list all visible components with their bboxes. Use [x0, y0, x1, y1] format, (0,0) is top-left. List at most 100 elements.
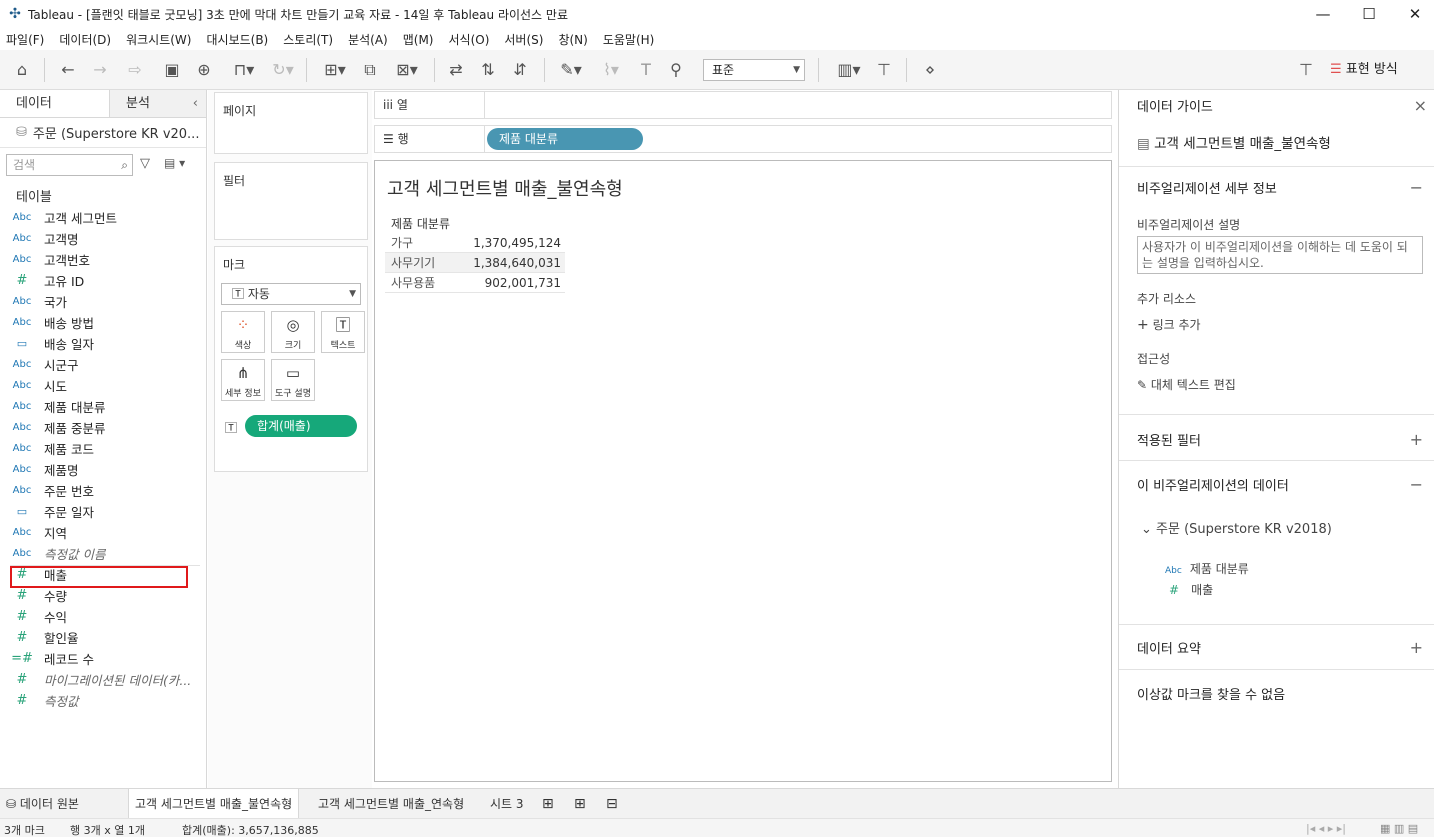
edit-alt-text-button[interactable]: ✎ 대체 텍스트 편집: [1137, 376, 1434, 393]
field-order-number[interactable]: Abc 주문 번호: [0, 480, 207, 501]
pause-updates-icon[interactable]: ⊓▾: [224, 58, 264, 82]
format-painter-icon[interactable]: ⊤: [1294, 58, 1318, 82]
expand-icon[interactable]: +: [1410, 430, 1423, 449]
table-row[interactable]: 사무용품 902,001,731: [385, 273, 565, 293]
field-product-code[interactable]: Abc 제품 코드: [0, 438, 207, 459]
field-record-count[interactable]: =# 레코드 수: [0, 648, 207, 669]
tab-sheet-continuous[interactable]: 고객 세그먼트별 매출_연속형: [312, 789, 470, 819]
menu-data[interactable]: 데이터(D): [59, 31, 111, 48]
table-row[interactable]: 가구 1,370,495,124: [385, 233, 565, 253]
menu-file[interactable]: 파일(F): [6, 31, 44, 48]
tab-data[interactable]: 데이터: [0, 90, 110, 117]
collapse-icon[interactable]: −: [1410, 178, 1423, 197]
menu-dashboard[interactable]: 대시보드(B): [206, 31, 268, 48]
fix-axes-icon[interactable]: ⚲: [664, 58, 688, 82]
expand-icon[interactable]: +: [1410, 638, 1423, 657]
duplicate-sheet-icon[interactable]: ⧉: [358, 58, 382, 82]
new-worksheet-icon[interactable]: ⊞: [536, 789, 560, 819]
detail-button[interactable]: ⋔ 세부 정보: [221, 359, 265, 401]
tab-datasource[interactable]: ⛁ 데이터 원본: [0, 789, 85, 819]
tab-analysis[interactable]: 분석 ‹: [110, 90, 206, 117]
show-labels-icon[interactable]: T: [634, 58, 658, 82]
save-icon[interactable]: ▣: [160, 58, 184, 82]
presentation-icon[interactable]: ⊤: [872, 58, 896, 82]
highlight-icon[interactable]: ✎▾: [554, 58, 588, 82]
navigation-icons[interactable]: |◂ ◂ ▸ ▸|: [1306, 822, 1346, 835]
field-unique-id[interactable]: # 고유 ID: [0, 270, 207, 291]
size-button[interactable]: ◎ 크기: [271, 311, 315, 353]
field-category[interactable]: Abc 제품 대분류: [0, 396, 207, 417]
redo-icon[interactable]: →: [88, 58, 112, 82]
field-order-date[interactable]: ▭ 주문 일자: [0, 501, 207, 522]
category-pill[interactable]: 제품 대분류: [487, 128, 643, 150]
field-measure-values[interactable]: # 측정값: [0, 690, 207, 711]
search-input[interactable]: 검색 ⌕: [6, 154, 133, 176]
group-icon[interactable]: ⌇▾: [594, 58, 628, 82]
datasource-tree[interactable]: ⌄ 주문 (Superstore KR v2018): [1141, 518, 1434, 537]
new-dashboard-icon[interactable]: ⊞: [568, 789, 592, 819]
maximize-button[interactable]: ☐: [1346, 0, 1392, 28]
grid-view-icon[interactable]: ▦ ▥ ▤: [1380, 822, 1418, 835]
pages-card[interactable]: 페이지: [214, 92, 368, 154]
field-city[interactable]: Abc 시군구: [0, 354, 207, 375]
clear-sheet-icon[interactable]: ⊠▾: [388, 58, 426, 82]
collapse-icon[interactable]: ‹: [193, 90, 198, 118]
menu-server[interactable]: 서버(S): [504, 31, 543, 48]
minimize-button[interactable]: —: [1300, 0, 1346, 28]
field-state[interactable]: Abc 시도: [0, 375, 207, 396]
color-button[interactable]: ⁘ 색상: [221, 311, 265, 353]
field-product-name[interactable]: Abc 제품명: [0, 459, 207, 480]
field-ship-mode[interactable]: Abc 배송 방법: [0, 312, 207, 333]
new-sheet-icon[interactable]: ⊞▾: [316, 58, 354, 82]
field-country[interactable]: Abc 국가: [0, 291, 207, 312]
data-summary-header[interactable]: 데이터 요약 +: [1119, 638, 1434, 657]
viz-data-header[interactable]: 이 비주얼리제이션의 데이터 −: [1119, 475, 1434, 494]
swap-icon[interactable]: ⇄: [444, 58, 468, 82]
new-story-icon[interactable]: ⊟: [600, 789, 624, 819]
mark-type-select[interactable]: 🅃 자동 ▼: [221, 283, 361, 305]
field-region[interactable]: Abc 지역: [0, 522, 207, 543]
field-ship-date[interactable]: ▭ 배송 일자: [0, 333, 207, 354]
view-options-icon[interactable]: ▤ ▾: [164, 156, 185, 170]
tab-sheet-3[interactable]: 시트 3: [484, 789, 530, 819]
collapse-icon[interactable]: −: [1410, 475, 1423, 494]
menu-story[interactable]: 스토리(T): [283, 31, 333, 48]
sort-ascending-icon[interactable]: ⇅: [476, 58, 500, 82]
share-icon[interactable]: ⋄: [918, 58, 942, 82]
datasource-item[interactable]: ⛁ 주문 (Superstore KR v20...: [0, 118, 206, 148]
redo-dropdown-icon[interactable]: ⇨: [118, 58, 152, 82]
field-sub-category[interactable]: Abc 제품 중분류: [0, 417, 207, 438]
viz-details-header[interactable]: 비주얼리제이션 세부 정보 −: [1119, 178, 1434, 197]
add-link-button[interactable]: + 링크 추가: [1137, 316, 1434, 333]
show-cards-icon[interactable]: ▥▾: [830, 58, 868, 82]
applied-filters-header[interactable]: 적용된 필터 +: [1119, 430, 1434, 449]
description-field[interactable]: 사용자가 이 비주얼리제이션을 이해하는 데 도움이 되는 설명을 입력하십시오…: [1137, 236, 1423, 274]
menu-window[interactable]: 창(N): [558, 31, 587, 48]
viz-canvas[interactable]: 고객 세그먼트별 매출_불연속형 제품 대분류 가구 1,370,495,124 …: [374, 160, 1112, 782]
menu-help[interactable]: 도움말(H): [603, 31, 655, 48]
tooltip-button[interactable]: ▭ 도구 설명: [271, 359, 315, 401]
tab-sheet-discrete[interactable]: 고객 세그먼트별 매출_불연속형: [128, 789, 300, 819]
show-me-button[interactable]: ☰ 표현 방식: [1330, 58, 1420, 82]
field-quantity[interactable]: # 수량: [0, 585, 207, 606]
field-measure-names[interactable]: Abc 측정값 이름: [0, 543, 207, 564]
field-discount[interactable]: # 할인율: [0, 627, 207, 648]
sort-descending-icon[interactable]: ⇵: [508, 58, 532, 82]
rows-shelf[interactable]: ☰ 행 제품 대분류: [374, 125, 1112, 153]
field-customer-name[interactable]: Abc 고객명: [0, 228, 207, 249]
menu-analysis[interactable]: 분석(A): [348, 31, 388, 48]
undo-icon[interactable]: ←: [56, 58, 80, 82]
table-header[interactable]: 제품 대분류: [385, 215, 465, 232]
columns-shelf[interactable]: iii 열: [374, 91, 1112, 119]
field-customer-number[interactable]: Abc 고객번호: [0, 249, 207, 270]
sum-sales-pill[interactable]: 합계(매출): [245, 415, 357, 437]
field-profit[interactable]: # 수익: [0, 606, 207, 627]
viz-title[interactable]: 고객 세그먼트별 매출_불연속형: [387, 175, 623, 201]
new-datasource-icon[interactable]: ⊕: [192, 58, 216, 82]
text-button[interactable]: 🅃 텍스트: [321, 311, 365, 353]
filters-card[interactable]: 필터: [214, 162, 368, 240]
field-migrated-data[interactable]: # 마이그레이션된 데이터(카...: [0, 669, 207, 690]
home-icon[interactable]: ⌂: [10, 58, 34, 82]
menu-format[interactable]: 서식(O): [449, 31, 490, 48]
menu-map[interactable]: 맵(M): [403, 31, 434, 48]
